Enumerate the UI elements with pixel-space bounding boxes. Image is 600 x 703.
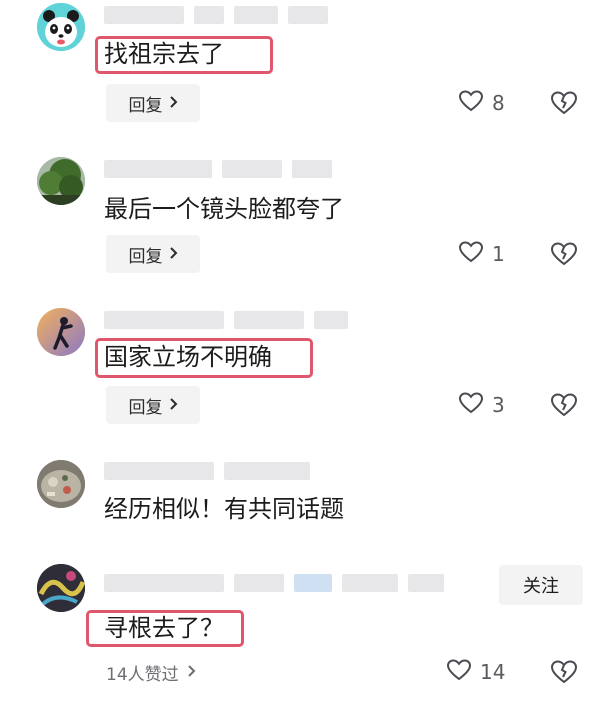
like-button[interactable]: 1: [458, 240, 505, 268]
reply-button[interactable]: 回复: [106, 235, 200, 273]
panda-avatar-icon: [37, 3, 85, 51]
like-button[interactable]: 3: [458, 391, 505, 419]
comment-text: 找祖宗去了: [104, 40, 224, 68]
likers-link[interactable]: 14人赞过: [106, 660, 196, 685]
comment-1: 找祖宗去了 回复 8: [0, 0, 600, 140]
follow-button[interactable]: 关注: [499, 565, 583, 605]
comment-5: 关注 寻根去了？ 14人赞过 14: [0, 558, 600, 703]
graffiti-avatar-icon: [37, 564, 85, 612]
chevron-right-icon: [187, 663, 196, 683]
broken-heart-icon: [550, 393, 578, 417]
comment-3: 国家立场不明确 回复 3: [0, 300, 600, 440]
comment-2: 最后一个镜头脸都夸了 回复 1: [0, 150, 600, 290]
username-blurred[interactable]: [104, 462, 310, 480]
like-button[interactable]: 14: [446, 658, 505, 686]
username-blurred[interactable]: [104, 6, 328, 24]
dislike-button[interactable]: [549, 240, 579, 268]
avatar[interactable]: [37, 157, 85, 205]
likers-text: 14人赞过: [106, 665, 179, 685]
avatar[interactable]: [37, 460, 85, 508]
chevron-right-icon: [169, 95, 178, 112]
reply-label: 回复: [128, 397, 163, 418]
reply-button[interactable]: 回复: [106, 84, 200, 122]
dislike-button[interactable]: [549, 658, 579, 686]
dislike-button[interactable]: [549, 391, 579, 419]
username-blurred[interactable]: [104, 160, 332, 178]
table-photo-avatar-icon: [37, 460, 85, 508]
avatar[interactable]: [37, 308, 85, 356]
comment-text: 最后一个镜头脸都夸了: [104, 195, 344, 223]
like-count: 3: [492, 393, 505, 417]
heart-icon: [446, 658, 472, 687]
username-blurred[interactable]: [104, 574, 444, 592]
heart-icon: [458, 391, 484, 420]
silhouette-avatar-icon: [37, 308, 85, 356]
comment-text: 寻根去了？: [104, 614, 224, 642]
like-count: 8: [492, 91, 505, 115]
dislike-button[interactable]: [549, 89, 579, 117]
chevron-right-icon: [169, 246, 178, 263]
tree-photo-avatar-icon: [37, 157, 85, 205]
broken-heart-icon: [550, 660, 578, 684]
comment-4: 经历相似！有共同话题: [0, 450, 600, 555]
avatar[interactable]: [37, 3, 85, 51]
heart-icon: [458, 89, 484, 118]
heart-icon: [458, 240, 484, 269]
username-blurred[interactable]: [104, 311, 348, 329]
reply-button[interactable]: 回复: [106, 386, 200, 424]
like-button[interactable]: 8: [458, 89, 505, 117]
avatar[interactable]: [37, 564, 85, 612]
comment-text: 经历相似！有共同话题: [104, 495, 344, 523]
broken-heart-icon: [550, 91, 578, 115]
reply-label: 回复: [128, 246, 163, 267]
reply-label: 回复: [128, 95, 163, 116]
broken-heart-icon: [550, 242, 578, 266]
chevron-right-icon: [169, 397, 178, 414]
like-count: 1: [492, 242, 505, 266]
like-count: 14: [480, 660, 506, 684]
comment-text: 国家立场不明确: [104, 343, 272, 371]
